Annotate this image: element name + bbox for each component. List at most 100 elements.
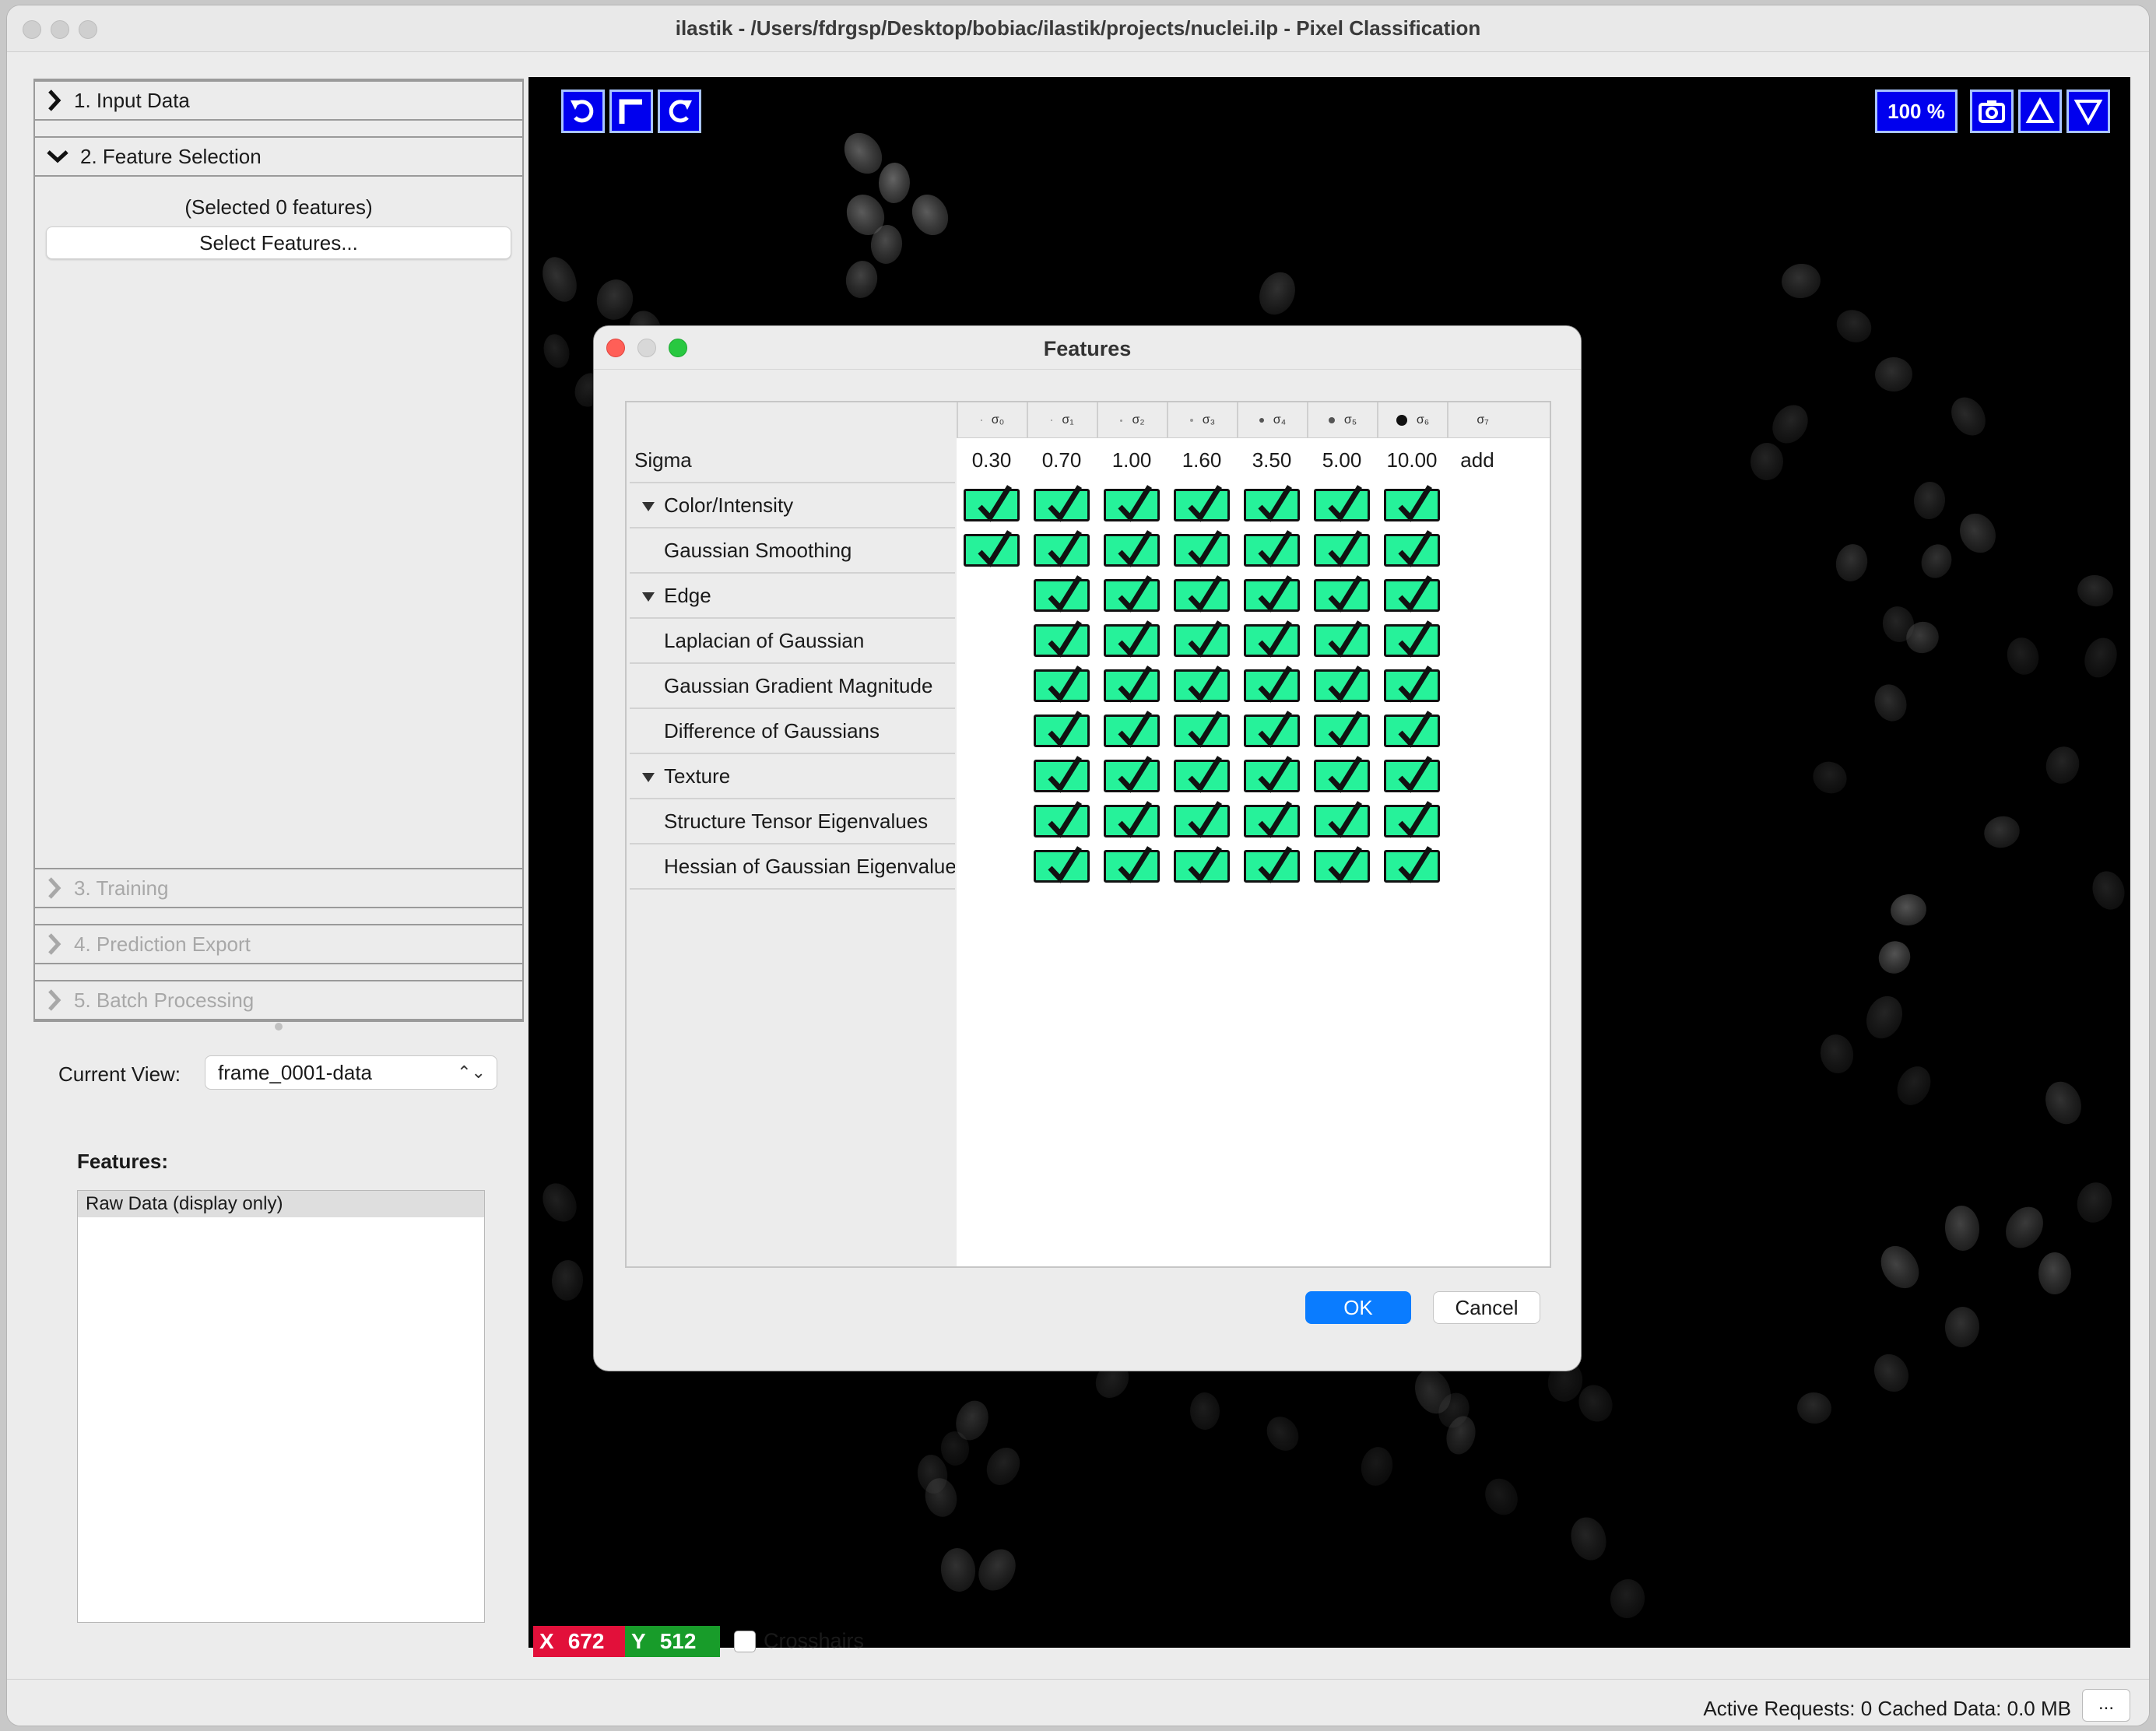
maximize-down-button[interactable] — [2066, 90, 2110, 133]
feature-checkbox[interactable] — [1244, 485, 1300, 522]
feature-checkbox[interactable] — [1244, 801, 1300, 838]
feature-checkbox[interactable] — [964, 485, 1020, 522]
feature-checkbox[interactable] — [1174, 711, 1230, 748]
feature-checkbox[interactable] — [1244, 575, 1300, 613]
current-view-select[interactable]: frame_0001-data ⌃⌄ — [205, 1055, 497, 1090]
feature-checkbox[interactable] — [1244, 530, 1300, 567]
x-coordinate[interactable]: X 672 — [533, 1626, 625, 1657]
sigma-value[interactable]: 0.30 — [957, 438, 1027, 482]
zoom-level-button[interactable]: 100 % — [1875, 90, 1958, 133]
applet-input-data[interactable]: 1. Input Data — [35, 80, 522, 121]
feature-checkbox[interactable] — [1174, 801, 1230, 838]
feature-checkbox[interactable] — [1034, 756, 1090, 793]
feature-checkbox[interactable] — [1384, 575, 1440, 613]
feature-checkbox[interactable] — [1104, 756, 1160, 793]
maximize-up-button[interactable] — [2018, 90, 2062, 133]
features-list[interactable]: Raw Data (display only) — [77, 1190, 485, 1623]
feature-checkbox[interactable] — [1034, 530, 1090, 567]
feature-checkbox[interactable] — [1244, 620, 1300, 658]
sigma-value[interactable]: 1.60 — [1167, 438, 1237, 482]
feature-checkbox[interactable] — [1384, 756, 1440, 793]
feature-checkbox[interactable] — [1104, 665, 1160, 703]
updown-chevron-icon: ⌃⌄ — [457, 1062, 486, 1082]
applet-training[interactable]: 3. Training — [35, 868, 522, 908]
applet-batch-processing[interactable]: 5. Batch Processing — [35, 980, 522, 1020]
feature-checkbox[interactable] — [1104, 846, 1160, 883]
feature-checkbox[interactable] — [1034, 620, 1090, 658]
feature-checkbox[interactable] — [1174, 620, 1230, 658]
fit-view-button[interactable] — [609, 90, 653, 133]
nucleus-blob — [1750, 442, 1784, 481]
chevron-right-icon — [48, 877, 61, 899]
feature-checkbox[interactable] — [1384, 846, 1440, 883]
feature-group-row[interactable]: Color/Intensity — [630, 483, 955, 528]
feature-checkbox[interactable] — [1034, 801, 1090, 838]
feature-checkbox[interactable] — [1104, 801, 1160, 838]
feature-checkbox[interactable] — [1384, 665, 1440, 703]
splitter-handle[interactable] — [275, 1023, 283, 1031]
y-coordinate[interactable]: Y 512 — [625, 1626, 720, 1657]
feature-group-row[interactable]: Edge — [630, 574, 955, 619]
feature-checkbox[interactable] — [1174, 756, 1230, 793]
feature-checkbox[interactable] — [1244, 711, 1300, 748]
sigma-value[interactable]: 5.00 — [1307, 438, 1377, 482]
feature-checkbox[interactable] — [1174, 575, 1230, 613]
feature-checkbox[interactable] — [1384, 485, 1440, 522]
feature-checkbox[interactable] — [1174, 665, 1230, 703]
feature-checkbox[interactable] — [1244, 846, 1300, 883]
feature-checkbox[interactable] — [1034, 665, 1090, 703]
sigma-header-7: σ₇ — [1447, 402, 1517, 438]
feature-checkbox[interactable] — [1034, 575, 1090, 613]
list-item[interactable]: Raw Data (display only) — [78, 1191, 484, 1217]
feature-checkbox[interactable] — [1244, 756, 1300, 793]
undo-button[interactable] — [561, 90, 605, 133]
select-features-button[interactable]: Select Features... — [46, 226, 511, 259]
checkmark-icon — [1118, 575, 1152, 613]
feature-checkbox[interactable] — [1104, 620, 1160, 658]
applet-feature-selection[interactable]: 2. Feature Selection — [35, 136, 522, 177]
feature-checkbox[interactable] — [1384, 711, 1440, 748]
feature-checkbox[interactable] — [1384, 620, 1440, 658]
feature-checkbox[interactable] — [1314, 620, 1370, 658]
feature-checkbox[interactable] — [1314, 846, 1370, 883]
feature-checkbox[interactable] — [1174, 485, 1230, 522]
expand-triangle-icon[interactable] — [642, 502, 655, 512]
expand-triangle-icon[interactable] — [642, 592, 655, 602]
feature-checkbox[interactable] — [1104, 485, 1160, 522]
feature-checkbox[interactable] — [1034, 485, 1090, 522]
feature-checkbox[interactable] — [1034, 711, 1090, 748]
sigma-value[interactable]: 1.00 — [1097, 438, 1167, 482]
feature-checkbox[interactable] — [1314, 575, 1370, 613]
dialog-title-bar: Features — [594, 326, 1581, 370]
feature-checkbox[interactable] — [1314, 801, 1370, 838]
applet-prediction-export[interactable]: 4. Prediction Export — [35, 924, 522, 964]
sigma-value[interactable]: 10.00 — [1377, 438, 1447, 482]
feature-checkbox[interactable] — [1384, 530, 1440, 567]
ok-button[interactable]: OK — [1305, 1291, 1411, 1324]
feature-checkbox[interactable] — [1314, 485, 1370, 522]
nucleus-blob — [878, 162, 911, 204]
feature-checkbox[interactable] — [1314, 711, 1370, 748]
feature-checkbox[interactable] — [1174, 530, 1230, 567]
crosshairs-checkbox[interactable] — [734, 1631, 756, 1652]
redo-button[interactable] — [658, 90, 701, 133]
feature-checkbox[interactable] — [1244, 665, 1300, 703]
feature-checkbox[interactable] — [1104, 711, 1160, 748]
feature-checkbox[interactable] — [1314, 756, 1370, 793]
sigma-value[interactable]: 3.50 — [1237, 438, 1307, 482]
expand-triangle-icon[interactable] — [642, 773, 655, 783]
cancel-button[interactable]: Cancel — [1433, 1291, 1540, 1324]
feature-checkbox[interactable] — [1314, 665, 1370, 703]
feature-group-row[interactable]: Texture — [630, 754, 955, 799]
snapshot-button[interactable] — [1970, 90, 2014, 133]
feature-checkbox[interactable] — [1034, 846, 1090, 883]
add-sigma-button[interactable]: add — [1442, 438, 1512, 482]
feature-checkbox[interactable] — [1174, 846, 1230, 883]
more-button[interactable]: ... — [2082, 1689, 2130, 1722]
feature-checkbox[interactable] — [1104, 575, 1160, 613]
sigma-value[interactable]: 0.70 — [1027, 438, 1097, 482]
feature-checkbox[interactable] — [964, 530, 1020, 567]
feature-checkbox[interactable] — [1104, 530, 1160, 567]
feature-checkbox[interactable] — [1314, 530, 1370, 567]
feature-checkbox[interactable] — [1384, 801, 1440, 838]
